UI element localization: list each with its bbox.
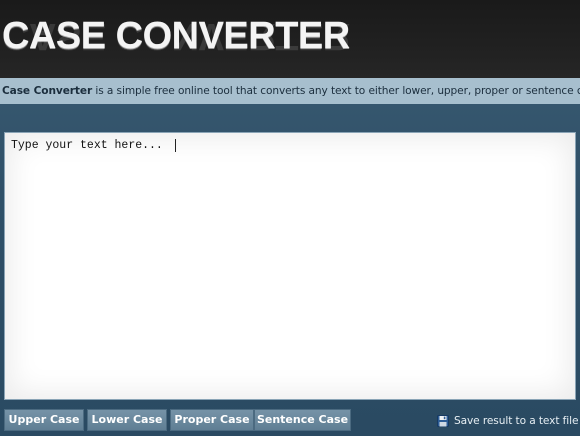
sentence-case-button[interactable]: Sentence Case — [254, 409, 351, 431]
text-input[interactable] — [5, 133, 575, 399]
floppy-disk-icon — [437, 414, 449, 427]
save-result-label: Save result to a text file — [454, 414, 579, 427]
text-cursor — [175, 139, 176, 152]
tagline-text: is a simple free online tool that conver… — [92, 85, 580, 97]
site-logo-reflection: CASE CONVERTER — [2, 15, 350, 57]
lower-case-button[interactable]: Lower Case — [87, 409, 167, 431]
tagline-brand: Case Converter — [2, 85, 93, 97]
proper-case-button[interactable]: Proper Case — [170, 409, 254, 431]
upper-case-button[interactable]: Upper Case — [4, 409, 84, 431]
text-editor — [4, 132, 576, 400]
site-header: CASE CONVERTER CASE CONVERTER — [0, 0, 580, 78]
tagline: Case Converter is a simple free online t… — [2, 84, 580, 98]
save-result-link[interactable]: Save result to a text file — [437, 412, 578, 429]
tagline-bar: Case Converter is a simple free online t… — [0, 78, 580, 104]
